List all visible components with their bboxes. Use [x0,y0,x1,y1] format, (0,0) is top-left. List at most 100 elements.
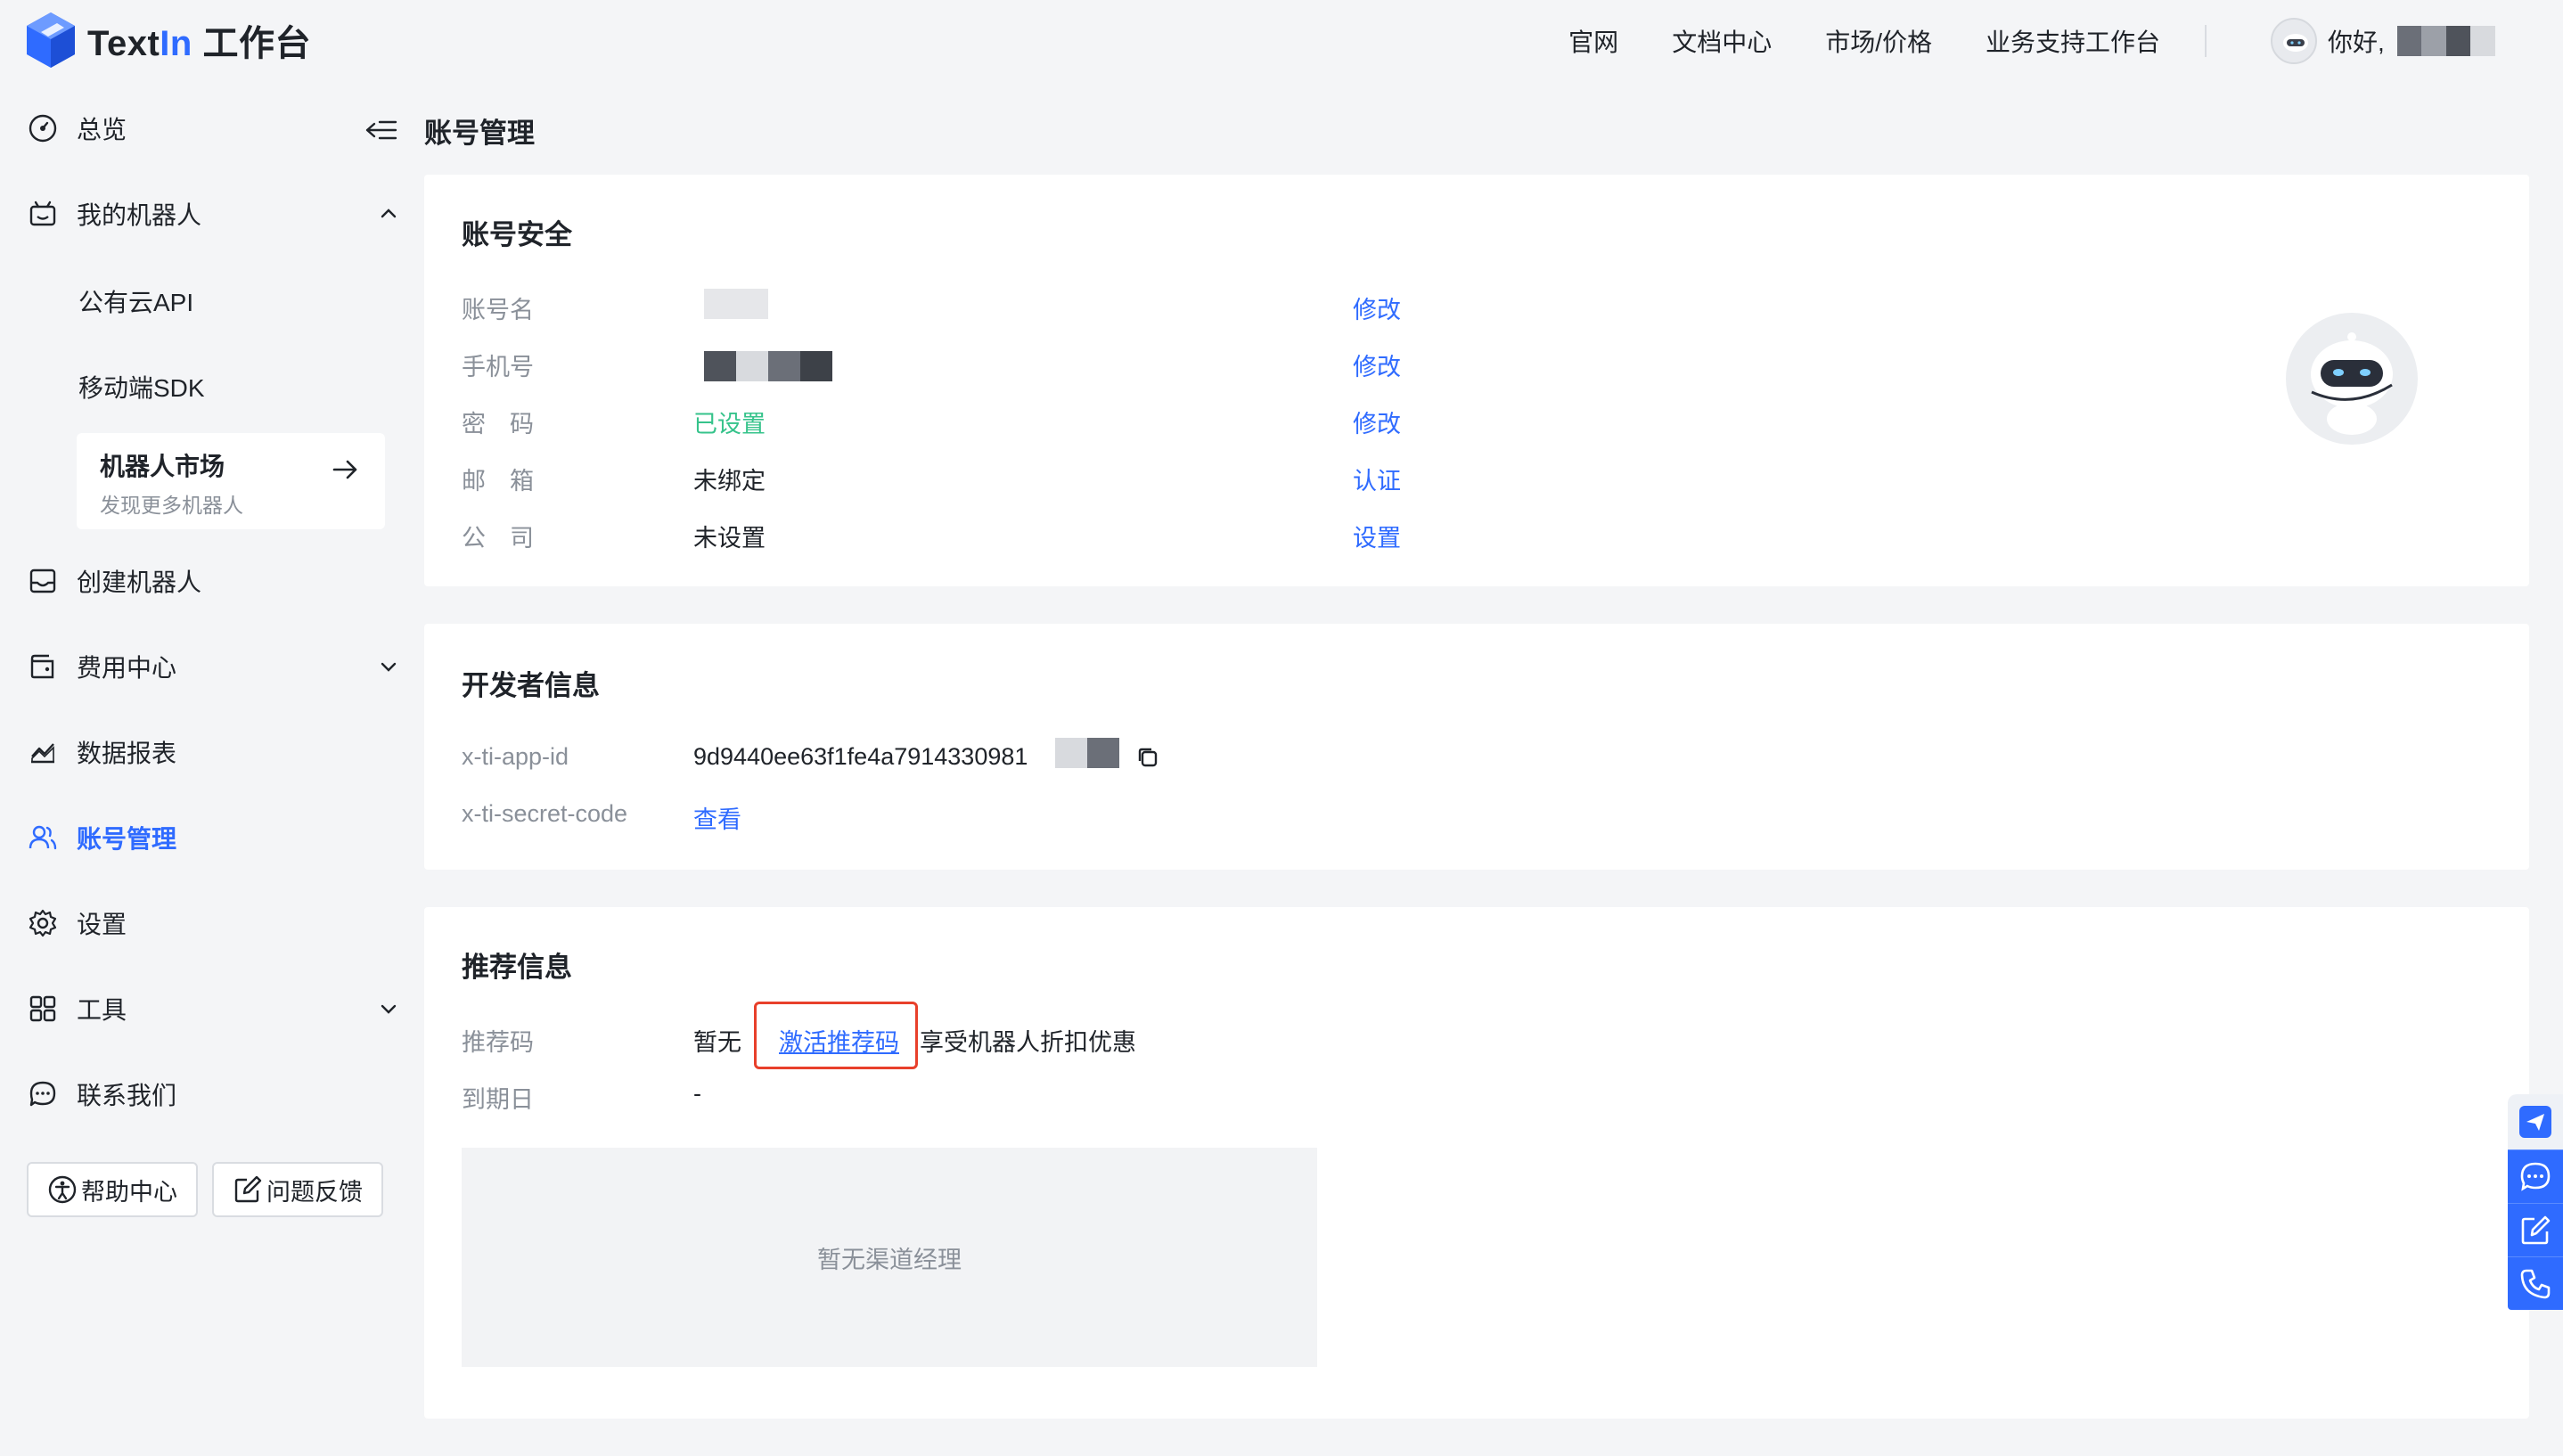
user-greeting: 你好, [2328,29,2385,56]
arrow-right-icon [332,460,357,479]
nav-divider [2205,25,2207,57]
expiry-value: - [693,1080,701,1107]
email-status: 未绑定 [693,468,766,495]
logo[interactable]: TextIn 工作台 [25,11,311,70]
feedback-button[interactable]: 问题反馈 [212,1162,383,1217]
password-status: 已设置 [693,411,766,438]
sidebar-label-overview: 总览 [77,116,127,143]
chevron-up-icon [381,209,397,218]
nav-support[interactable]: 业务支持工作台 [1986,23,2160,59]
app-id-masked [1055,738,1119,768]
nav-pricing[interactable]: 市场/价格 [1825,23,1932,59]
sidebar-item-create-robot[interactable]: 创建机器人 [27,556,401,606]
sidebar-item-reports[interactable]: 数据报表 [27,727,401,777]
account-name-masked [704,289,768,319]
channel-manager-empty: 暂无渠道经理 [462,1148,1317,1367]
grid-icon [27,993,59,1025]
sidebar-label-reports: 数据报表 [77,740,177,767]
chat-bubble-icon [2520,1162,2551,1191]
sidebar-item-tools[interactable]: 工具 [27,984,401,1034]
robot-avatar-illustration [2286,313,2418,445]
app-id-label: x-ti-app-id [462,743,569,770]
top-nav: 官网 文档中心 市场/价格 业务支持工作台 [1515,23,2207,59]
referral-info-card: 推荐信息 推荐码 暂无 激活推荐码 享受机器人折扣优惠 到期日 - 暂无渠道经理 [424,907,2529,1419]
help-center-label: 帮助中心 [81,1178,177,1206]
phone-masked [704,351,832,381]
help-center-button[interactable]: 帮助中心 [27,1162,198,1217]
referral-info-title: 推荐信息 [462,952,572,983]
float-send-button[interactable] [2508,1094,2563,1149]
robot-avatar-icon [2283,34,2308,52]
wallet-icon [27,650,59,683]
sidebar-item-settings[interactable]: 设置 [27,898,401,948]
secret-code-label: x-ti-secret-code [462,800,628,827]
edit-icon [234,1175,262,1203]
sidebar-item-my-robots[interactable]: 我的机器人 [27,189,401,239]
channel-manager-empty-text: 暂无渠道经理 [817,1246,962,1273]
sidebar-label-tools: 工具 [77,996,127,1024]
sidebar-item-overview[interactable]: 总览 [27,103,401,153]
copy-icon[interactable] [1135,745,1160,770]
sidebar-label-settings: 设置 [77,911,127,938]
sidebar-item-billing[interactable]: 费用中心 [27,642,401,691]
activate-referral-link[interactable]: 激活推荐码 [779,1023,899,1058]
nav-docs[interactable]: 文档中心 [1672,23,1772,59]
inbox-icon [27,565,59,597]
company-label: 公 司 [462,525,534,552]
chat-icon [27,1078,59,1110]
feedback-label: 问题反馈 [266,1178,363,1206]
chevron-down-icon [381,662,397,672]
accessibility-icon [48,1175,77,1204]
nav-official-site[interactable]: 官网 [1568,23,1618,59]
sidebar-label-create-robot: 创建机器人 [77,568,202,596]
robot-market-subtitle: 发现更多机器人 [100,494,243,517]
developer-info-card: 开发者信息 x-ti-app-id 9d9440ee63f1fe4a791433… [424,624,2529,870]
password-label: 密 码 [462,411,534,438]
account-security-title: 账号安全 [462,219,572,250]
activate-referral-hint: 享受机器人折扣优惠 [920,1029,1136,1056]
verify-email-link[interactable]: 认证 [1353,462,1401,496]
sidebar-label-contact: 联系我们 [77,1082,177,1109]
users-icon [27,822,59,854]
top-header: TextIn 工作台 官网 文档中心 市场/价格 业务支持工作台 你好, [0,0,2563,86]
sidebar-item-contact[interactable]: 联系我们 [27,1069,401,1119]
sidebar-item-account[interactable]: 账号管理 [27,813,401,863]
user-avatar [2271,18,2317,64]
logo-cube-icon [27,12,75,68]
chart-icon [27,736,59,768]
phone-label: 手机号 [462,354,534,380]
edit-account-name-link[interactable]: 修改 [1353,290,1401,325]
user-menu[interactable]: 你好, [2271,18,2495,64]
float-edit-button[interactable] [2508,1203,2563,1256]
referral-code-value: 暂无 [693,1029,741,1056]
app-id-value: 9d9440ee63f1fe4a7914330981 [693,743,1028,770]
company-status: 未设置 [693,525,766,552]
collapse-sidebar-icon[interactable] [364,112,399,148]
edit-phone-link[interactable]: 修改 [1353,348,1401,382]
sidebar-label-account: 账号管理 [77,825,177,853]
pencil-square-icon [2521,1215,2551,1244]
set-company-link[interactable]: 设置 [1353,519,1401,553]
floating-toolbar [2508,1094,2563,1310]
float-phone-button[interactable] [2508,1256,2563,1310]
masked-username [2396,26,2495,56]
view-secret-link[interactable]: 查看 [693,800,741,835]
sidebar-label-my-robots: 我的机器人 [77,201,202,229]
account-security-card: 账号安全 账号名 修改 手机号 修改 密 码 已设置 修改 邮 箱 未绑定 认证… [424,175,2529,586]
robot-market-card[interactable]: 机器人市场 发现更多机器人 [77,433,385,529]
email-label: 邮 箱 [462,468,534,495]
sidebar-item-public-api[interactable]: 公有云API [78,283,193,319]
float-chat-button[interactable] [2508,1149,2563,1203]
referral-code-label: 推荐码 [462,1029,534,1056]
account-name-label: 账号名 [462,297,534,323]
chevron-down-icon [381,1004,397,1014]
robot-icon [27,198,59,230]
sidebar-item-mobile-sdk[interactable]: 移动端SDK [78,369,205,405]
dashboard-icon [27,112,59,144]
phone-icon [2520,1269,2551,1298]
developer-info-title: 开发者信息 [462,670,600,701]
sidebar: 总览 我的机器人 公有云API 移动端SDK 机器人市场 发现更多机器人 创建机… [0,86,410,1456]
page-title: 账号管理 [424,118,535,149]
edit-password-link[interactable]: 修改 [1353,405,1401,439]
logo-text: TextIn 工作台 [87,24,311,63]
